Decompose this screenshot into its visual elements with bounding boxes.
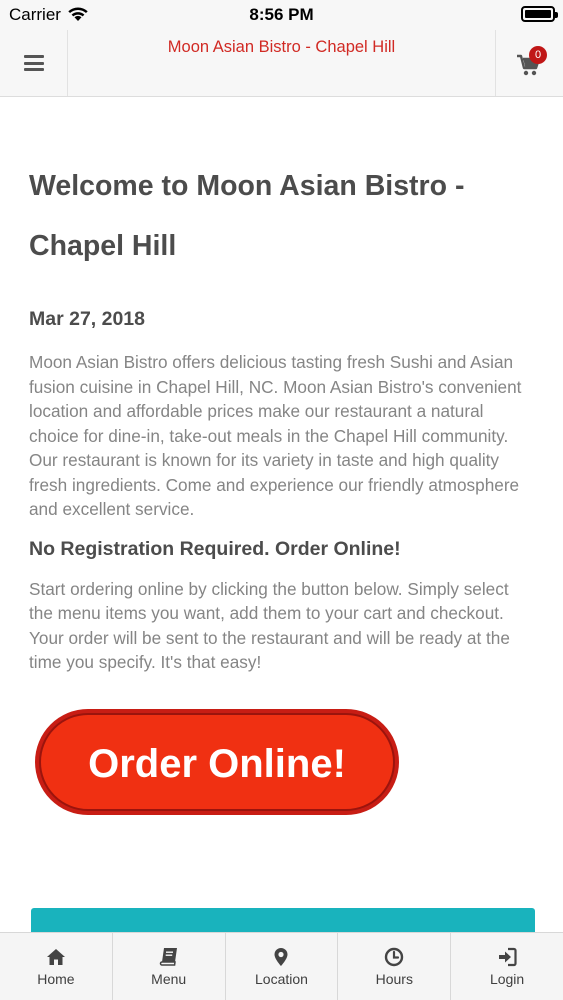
tab-menu[interactable]: Menu [113, 933, 226, 1000]
status-bar: Carrier 8:56 PM [0, 0, 563, 30]
tab-home[interactable]: Home [0, 933, 113, 1000]
page-title: Welcome to Moon Asian Bistro - Chapel Hi… [29, 170, 465, 262]
clock-icon [385, 947, 404, 967]
intro-paragraph: Moon Asian Bistro offers delicious tasti… [29, 352, 522, 519]
tab-hours[interactable]: Hours [338, 933, 452, 1000]
tab-home-label: Home [37, 971, 75, 987]
tab-login[interactable]: Login [451, 933, 563, 1000]
tab-hours-label: Hours [375, 971, 413, 987]
tab-location[interactable]: Location [226, 933, 339, 1000]
promo-banner-image [31, 908, 535, 934]
order-online-button[interactable]: Order Online! [34, 708, 400, 816]
restaurant-title: Moon Asian Bistro - Chapel Hill [167, 38, 396, 56]
instructions-paragraph: Start ordering online by clicking the bu… [29, 578, 510, 673]
tab-location-label: Location [255, 971, 308, 987]
hamburger-icon [24, 55, 44, 71]
clock-time: 8:56 PM [249, 5, 314, 24]
tab-menu-label: Menu [151, 971, 187, 987]
sign-in-icon [499, 947, 517, 967]
hamburger-menu-button[interactable] [0, 30, 68, 96]
app-header: Moon Asian Bistro - Chapel Hill 0 [0, 30, 563, 97]
bottom-tab-bar: Home Menu Location Hours Login [0, 932, 563, 1000]
map-pin-icon [274, 948, 288, 966]
tab-login-label: Login [489, 971, 525, 987]
book-icon [159, 948, 177, 966]
battery-icon [521, 6, 558, 22]
order-online-label: Order Online! [88, 742, 346, 786]
home-icon [46, 949, 65, 965]
main-content: Welcome to Moon Asian Bistro - Chapel Hi… [29, 97, 535, 675]
cart-button[interactable]: 0 [495, 30, 563, 96]
cart-count-badge: 0 [529, 46, 547, 64]
post-date: Mar 27, 2018 [29, 308, 146, 330]
registration-subheading: No Registration Required. Order Online! [29, 537, 401, 560]
